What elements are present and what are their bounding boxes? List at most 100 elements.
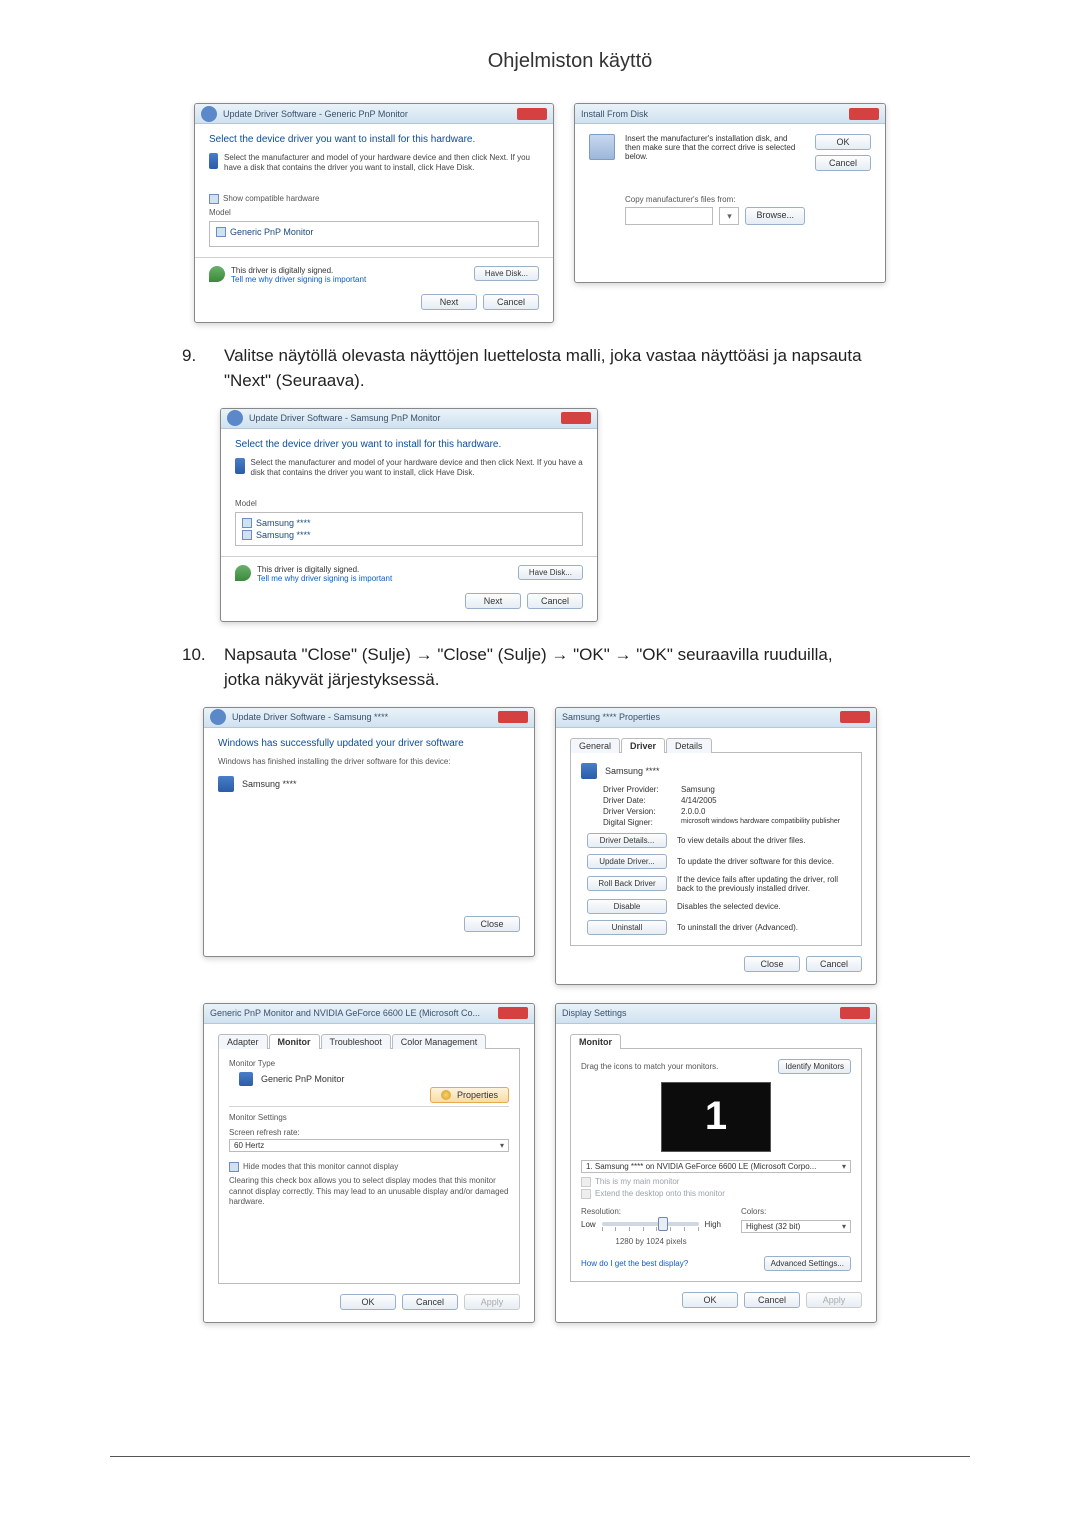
update-driver-button[interactable]: Update Driver... — [587, 854, 667, 869]
cancel-button[interactable]: Cancel — [744, 1292, 800, 1308]
provider-v: Samsung — [681, 785, 715, 794]
ok-button[interactable]: OK — [815, 134, 871, 150]
tab-driver[interactable]: Driver — [621, 738, 665, 753]
tab-adapter[interactable]: Adapter — [218, 1034, 268, 1049]
monitor-icon — [239, 1072, 253, 1086]
why-signing-link[interactable]: Tell me why driver signing is important — [231, 275, 366, 284]
properties-button[interactable]: Properties — [430, 1087, 509, 1103]
refresh-label: Screen refresh rate: — [229, 1128, 509, 1137]
dialog-update-done: Update Driver Software - Samsung **** Wi… — [203, 707, 535, 957]
date-v: 4/14/2005 — [681, 796, 717, 805]
next-button[interactable]: Next — [421, 294, 477, 310]
dialog-install-from-disk: Install From Disk Insert the manufacture… — [574, 103, 886, 283]
window-title: Update Driver Software - Generic PnP Mon… — [223, 109, 408, 119]
tab-color-mgmt[interactable]: Color Management — [392, 1034, 487, 1049]
resolution-hdr: Resolution: — [581, 1207, 721, 1216]
close-button[interactable]: Close — [464, 916, 520, 932]
chk-label: Extend the desktop onto this monitor — [595, 1189, 725, 1198]
desc: If the device fails after updating the d… — [677, 875, 851, 893]
refresh-rate-select[interactable]: 60 Hertz▾ — [229, 1139, 509, 1152]
cancel-button[interactable]: Cancel — [527, 593, 583, 609]
monitor-type-val: Generic PnP Monitor — [261, 1074, 344, 1084]
footer-separator — [110, 1456, 970, 1457]
resolution-slider[interactable] — [602, 1222, 699, 1226]
close-icon[interactable] — [498, 1007, 528, 1019]
close-icon[interactable] — [840, 711, 870, 723]
tab-monitor[interactable]: Monitor — [570, 1034, 621, 1049]
model-list-item[interactable]: Generic PnP Monitor — [216, 226, 532, 238]
monitor-icon — [218, 776, 234, 792]
shield-icon — [441, 1090, 451, 1100]
dialog-monitor-properties: Generic PnP Monitor and NVIDIA GeForce 6… — [203, 1003, 535, 1323]
cancel-button[interactable]: Cancel — [483, 294, 539, 310]
apply-button[interactable]: Apply — [806, 1292, 862, 1308]
tab-monitor[interactable]: Monitor — [269, 1034, 320, 1049]
monitor-preview[interactable]: 1 — [661, 1082, 771, 1152]
tab-details[interactable]: Details — [666, 738, 712, 753]
browse-button[interactable]: Browse... — [745, 207, 805, 225]
step-number: 10. — [182, 642, 210, 693]
monitor-icon — [581, 763, 597, 779]
why-signing-link[interactable]: Tell me why driver signing is important — [257, 574, 392, 583]
desc: To update the driver software for this d… — [677, 857, 851, 866]
close-icon[interactable] — [840, 1007, 870, 1019]
next-button[interactable]: Next — [465, 593, 521, 609]
manufacturer-path-input[interactable] — [625, 207, 713, 225]
step-text: Napsauta "Close" (Sulje) → "Close" (Sulj… — [224, 642, 864, 693]
ok-button[interactable]: OK — [682, 1292, 738, 1308]
driver-details-button[interactable]: Driver Details... — [587, 833, 667, 848]
monitor-select[interactable]: 1. Samsung **** on NVIDIA GeForce 6600 L… — [581, 1160, 851, 1173]
signer-k: Digital Signer: — [603, 818, 681, 827]
slider-low: Low — [581, 1220, 596, 1229]
dialog-driver-properties: Samsung **** Properties General Driver D… — [555, 707, 877, 985]
date-k: Driver Date: — [603, 796, 681, 805]
step-9: 9. Valitse näytöllä olevasta näyttöjen l… — [182, 343, 970, 394]
rollback-driver-button[interactable]: Roll Back Driver — [587, 876, 667, 891]
ok-button[interactable]: OK — [340, 1294, 396, 1310]
extend-desktop-checkbox — [581, 1189, 591, 1199]
desc: To uninstall the driver (Advanced). — [677, 923, 851, 932]
model-list-item[interactable]: Samsung **** — [242, 517, 576, 529]
model-header: Model — [209, 208, 539, 217]
dialog-display-settings: Display Settings Monitor Drag the icons … — [555, 1003, 877, 1323]
identify-monitors-button[interactable]: Identify Monitors — [778, 1059, 851, 1074]
advanced-settings-button[interactable]: Advanced Settings... — [764, 1256, 851, 1271]
version-k: Driver Version: — [603, 807, 681, 816]
cancel-button[interactable]: Cancel — [402, 1294, 458, 1310]
model-list-item[interactable]: Samsung **** — [242, 529, 576, 541]
close-button[interactable]: Close — [744, 956, 800, 972]
colors-select[interactable]: Highest (32 bit)▾ — [741, 1220, 851, 1233]
checkbox-show-compatible[interactable] — [209, 194, 219, 204]
have-disk-button[interactable]: Have Disk... — [474, 266, 539, 281]
hide-modes-checkbox[interactable] — [229, 1162, 239, 1172]
copy-label: Copy manufacturer's files from: — [625, 195, 805, 204]
shield-icon — [235, 565, 251, 581]
tab-troubleshoot[interactable]: Troubleshoot — [321, 1034, 391, 1049]
window-title: Samsung **** Properties — [562, 712, 660, 722]
disk-icon — [589, 134, 615, 160]
close-icon[interactable] — [561, 412, 591, 424]
dialog-sub: Windows has finished installing the driv… — [218, 757, 520, 766]
how-to-best-display-link[interactable]: How do I get the best display? — [581, 1259, 688, 1268]
close-icon[interactable] — [849, 108, 879, 120]
apply-button[interactable]: Apply — [464, 1294, 520, 1310]
device-name: Samsung **** — [605, 766, 660, 776]
have-disk-button[interactable]: Have Disk... — [518, 565, 583, 580]
info-icon — [235, 458, 245, 474]
chk-label: This is my main monitor — [595, 1177, 679, 1186]
tab-general[interactable]: General — [570, 738, 620, 753]
resolution-val: 1280 by 1024 pixels — [581, 1237, 721, 1246]
desc: Disables the selected device. — [677, 902, 851, 911]
model-header: Model — [235, 499, 583, 508]
close-icon[interactable] — [498, 711, 528, 723]
uninstall-button[interactable]: Uninstall — [587, 920, 667, 935]
disable-button[interactable]: Disable — [587, 899, 667, 914]
window-title: Display Settings — [562, 1008, 627, 1018]
cancel-button[interactable]: Cancel — [806, 956, 862, 972]
cancel-button[interactable]: Cancel — [815, 155, 871, 171]
dropdown-arrow-icon[interactable]: ▾ — [719, 207, 739, 225]
provider-k: Driver Provider: — [603, 785, 681, 794]
dialog-heading: Select the device driver you want to ins… — [209, 134, 539, 145]
monitor-settings-hdr: Monitor Settings — [229, 1113, 509, 1122]
close-icon[interactable] — [517, 108, 547, 120]
